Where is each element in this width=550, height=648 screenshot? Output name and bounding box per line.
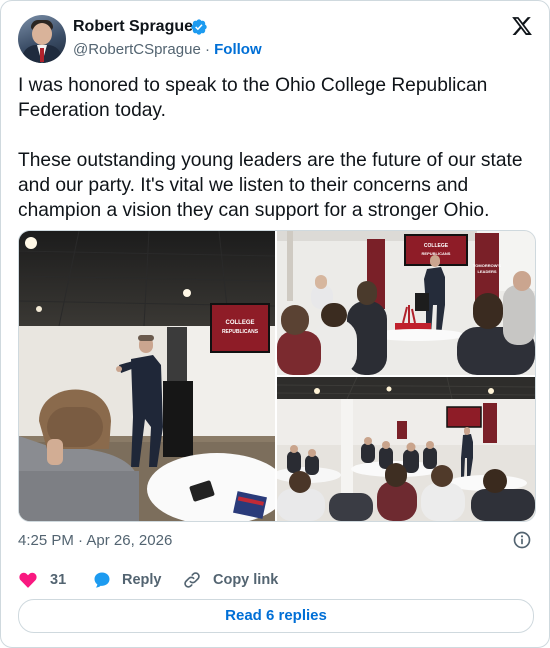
photo-banner-text: TOMORROW'S [473, 263, 502, 268]
post-paragraph: These outstanding young leaders are the … [18, 150, 523, 221]
post-paragraph: I was honored to speak to the Ohio Colle… [18, 75, 488, 121]
photo-tv-text: COLLEGE [424, 243, 449, 249]
embedded-post-card: Robert Sprague @RobertCSprague · Follow … [0, 0, 550, 648]
reply-button[interactable]: Reply [92, 570, 182, 590]
post-date: Apr 26, 2026 [86, 532, 173, 549]
verified-badge-icon [191, 19, 207, 35]
photo-grid: COLLEGE REPUBLICANS COLLEGE REPUBLICANS … [18, 230, 536, 522]
photo-tv-text: REPUBLICANS [222, 329, 259, 335]
photo-audience-and-speaker[interactable]: COLLEGE REPUBLICANS TOMORROW'S LEADERS [277, 231, 535, 375]
x-logo-icon[interactable] [511, 15, 533, 37]
author-name[interactable]: Robert Sprague [73, 17, 193, 37]
photo-room-scene [277, 377, 535, 521]
post-timestamp[interactable]: 4:25 PM · Apr 26, 2026 [18, 531, 172, 550]
photo-audience-scene: COLLEGE REPUBLICANS TOMORROW'S LEADERS [277, 231, 535, 375]
handle-separator: · [204, 41, 210, 58]
reply-bubble-icon [94, 572, 110, 588]
link-icon [184, 572, 200, 588]
read-replies-button[interactable]: Read 6 replies [18, 599, 534, 633]
copy-link-label: Copy link [213, 572, 279, 588]
photo-tv-text: COLLEGE [225, 320, 254, 326]
reply-label: Reply [122, 572, 162, 588]
post-text: I was honored to speak to the Ohio Colle… [18, 73, 533, 223]
photo-room-overview[interactable] [277, 377, 535, 521]
photo-speaker-scene: COLLEGE REPUBLICANS [19, 231, 275, 521]
handle-row: @RobertCSprague · Follow [73, 40, 262, 59]
photo-banner-text: LEADERS [477, 269, 496, 274]
date-separator: · [78, 532, 84, 549]
avatar[interactable] [18, 15, 66, 63]
copy-link-button[interactable]: Copy link [182, 570, 292, 590]
photo-speaker-at-podium[interactable]: COLLEGE REPUBLICANS [19, 231, 275, 521]
follow-button[interactable]: Follow [214, 41, 262, 58]
like-count: 31 [50, 572, 67, 588]
post-time: 4:25 PM [18, 532, 74, 549]
heart-icon [19, 572, 37, 588]
author-handle[interactable]: @RobertCSprague [73, 41, 201, 58]
like-button[interactable]: 31 [18, 570, 72, 590]
info-icon[interactable] [512, 530, 532, 550]
